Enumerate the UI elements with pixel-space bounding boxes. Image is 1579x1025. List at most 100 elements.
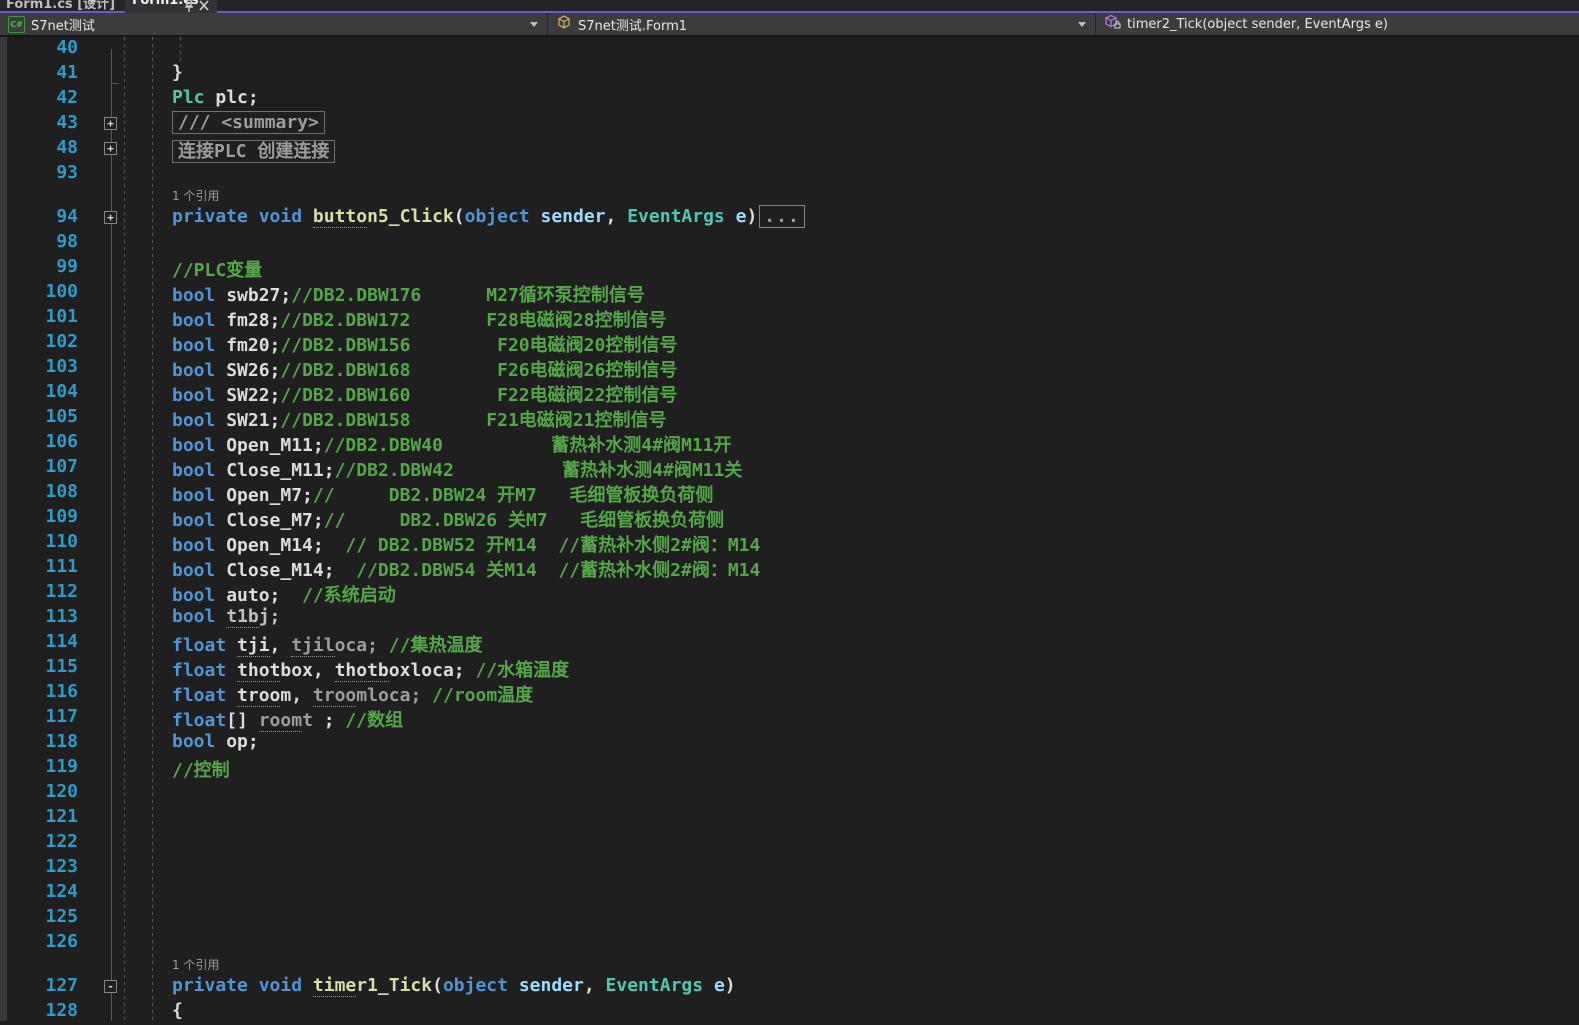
fold-expand-icon[interactable]: + — [104, 211, 117, 224]
line-number[interactable]: 122 — [0, 831, 78, 856]
line-number[interactable]: 48 — [0, 137, 78, 162]
code-text[interactable]: /// <summary> — [172, 112, 325, 137]
line-number[interactable]: 124 — [0, 881, 78, 906]
code-text[interactable]: } — [172, 62, 183, 87]
line-number[interactable]: 126 — [0, 931, 78, 956]
line-number[interactable]: 101 — [0, 306, 78, 331]
fold-expand-icon[interactable]: + — [104, 142, 117, 155]
code-token: ) — [725, 975, 736, 996]
code-text[interactable]: float thotbox, thotboxloca; //水箱温度 — [172, 656, 569, 681]
line-number[interactable]: 102 — [0, 331, 78, 356]
line-number[interactable]: 43 — [0, 112, 78, 137]
line-number[interactable]: 111 — [0, 556, 78, 581]
close-icon[interactable] — [199, 0, 210, 13]
code-text[interactable]: bool fm28;//DB2.DBW172 F28电磁阀28控制信号 — [172, 306, 666, 331]
line-number[interactable]: 98 — [0, 231, 78, 256]
line-number[interactable]: 104 — [0, 381, 78, 406]
code-text[interactable]: bool Close_M7;// DB2.DBW26 关M7 毛细管板换负荷侧 — [172, 506, 724, 531]
codelens-references[interactable]: 1 个引用 — [0, 956, 1579, 975]
line-number[interactable]: 100 — [0, 281, 78, 306]
code-token: butto — [313, 206, 367, 228]
code-text[interactable]: private void button5_Click(object sender… — [172, 206, 805, 231]
code-line: 110 bool Open_M14; // DB2.DBW52 开M14 //蓄热… — [0, 531, 1579, 556]
line-number[interactable]: 114 — [0, 631, 78, 656]
line-number[interactable]: 110 — [0, 531, 78, 556]
line-number[interactable]: 42 — [0, 87, 78, 112]
line-number[interactable]: 93 — [0, 162, 78, 187]
line-number[interactable]: 120 — [0, 781, 78, 806]
fold-margin — [78, 606, 172, 631]
code-text[interactable]: bool Open_M7;// DB2.DBW24 开M7 毛细管板换负荷侧 — [172, 481, 713, 506]
line-number[interactable]: 94 — [0, 206, 78, 231]
code-text[interactable]: float[] roomt ; //数组 — [172, 706, 403, 731]
member-dropdown[interactable]: timer2_Tick(object sender, EventArgs e) — [1096, 13, 1579, 35]
code-token: plc; — [205, 87, 259, 108]
line-number[interactable]: 106 — [0, 431, 78, 456]
code-text[interactable]: bool SW21;//DB2.DBW158 F21电磁阀21控制信号 — [172, 406, 666, 431]
fold-expand-icon[interactable]: + — [104, 117, 117, 130]
codelens-references[interactable]: 1 个引用 — [0, 187, 1579, 206]
line-number[interactable]: 127 — [0, 975, 78, 1000]
line-number[interactable]: 99 — [0, 256, 78, 281]
fold-collapse-icon[interactable]: - — [104, 980, 117, 993]
line-number[interactable]: 103 — [0, 356, 78, 381]
line-number[interactable]: 118 — [0, 731, 78, 756]
code-text[interactable]: bool t1bj; — [172, 606, 280, 631]
project-dropdown-label: S7net测试 — [31, 15, 95, 34]
line-number[interactable]: 117 — [0, 706, 78, 731]
code-text[interactable]: bool op; — [172, 731, 259, 756]
code-rows: 4041} 42 Plc plc; 43 + /// <summary> 48 + 连接PLC … — [0, 37, 1579, 1025]
code-text[interactable]: bool Open_M11;//DB2.DBW40 蓄热补水测4#阀M11开 — [172, 431, 732, 456]
code-token: float — [172, 710, 226, 731]
fold-margin — [78, 37, 172, 62]
tab-form1cs-active[interactable]: Form1.cs — [125, 0, 217, 13]
line-number[interactable]: 116 — [0, 681, 78, 706]
tab-strip: Form1.cs [设计] + Form1.cs — [0, 0, 1579, 13]
pin-icon[interactable] — [183, 0, 195, 13]
line-number[interactable]: 109 — [0, 506, 78, 531]
code-text[interactable]: bool Close_M14; //DB2.DBW54 关M14 //蓄热补水侧… — [172, 556, 760, 581]
line-number[interactable]: 107 — [0, 456, 78, 481]
line-number[interactable]: 112 — [0, 581, 78, 606]
line-number[interactable]: 128 — [0, 1000, 78, 1025]
code-text[interactable]: bool fm20;//DB2.DBW156 F20电磁阀20控制信号 — [172, 331, 677, 356]
line-number[interactable]: 123 — [0, 856, 78, 881]
code-token: private — [172, 975, 259, 996]
code-editor[interactable]: 4041} 42 Plc plc; 43 + /// <summary> 48 + 连接PLC … — [0, 37, 1579, 1021]
code-text[interactable]: bool Open_M14; // DB2.DBW52 开M14 //蓄热补水侧… — [172, 531, 760, 556]
code-line: 107 bool Close_M11;//DB2.DBW42 蓄热补水测4#阀M1… — [0, 456, 1579, 481]
code-comment: //DB2.DBW54 关M14 //蓄热补水侧2#阀：M14 — [356, 560, 760, 581]
line-number[interactable]: 105 — [0, 406, 78, 431]
code-text[interactable]: float troom, troomloca; //room温度 — [172, 681, 533, 706]
line-number[interactable]: 40 — [0, 37, 78, 62]
code-text[interactable]: //控制 — [172, 756, 230, 781]
code-text[interactable]: private void timer1_Tick(object sender, … — [172, 975, 736, 1000]
line-number[interactable]: 41 — [0, 62, 78, 87]
line-number[interactable]: 108 — [0, 481, 78, 506]
code-text[interactable]: //PLC变量 — [172, 256, 262, 281]
line-number[interactable]: 125 — [0, 906, 78, 931]
code-text[interactable]: Plc plc; — [172, 87, 259, 112]
code-text[interactable]: bool SW26;//DB2.DBW168 F26电磁阀26控制信号 — [172, 356, 677, 381]
code-text[interactable]: bool auto; //系统启动 — [172, 581, 396, 606]
code-text[interactable]: bool SW22;//DB2.DBW160 F22电磁阀22控制信号 — [172, 381, 677, 406]
code-text[interactable]: 连接PLC 创建连接 — [172, 137, 335, 162]
line-number[interactable]: 113 — [0, 606, 78, 631]
code-text[interactable]: { — [172, 1000, 183, 1025]
code-comment: //room温度 — [432, 685, 533, 706]
fold-margin — [78, 531, 172, 556]
code-token: EventArgs — [606, 975, 704, 996]
code-token — [226, 635, 237, 656]
project-dropdown[interactable]: C# S7net测试 — [0, 13, 548, 35]
line-number[interactable]: 121 — [0, 806, 78, 831]
code-token: r1_Tick — [356, 975, 432, 996]
tab-plus-icon[interactable]: + — [88, 0, 96, 9]
line-number[interactable]: 119 — [0, 756, 78, 781]
code-text[interactable]: float tji, tjiloca; //集热温度 — [172, 631, 482, 656]
code-token: bool — [172, 535, 215, 556]
code-token: bool — [172, 435, 215, 456]
type-dropdown[interactable]: S7net测试.Form1 — [548, 13, 1096, 35]
code-text[interactable]: bool swb27;//DB2.DBW176 M27循环泵控制信号 — [172, 281, 645, 306]
line-number[interactable]: 115 — [0, 656, 78, 681]
code-text[interactable]: bool Close_M11;//DB2.DBW42 蓄热补水测4#阀M11关 — [172, 456, 742, 481]
